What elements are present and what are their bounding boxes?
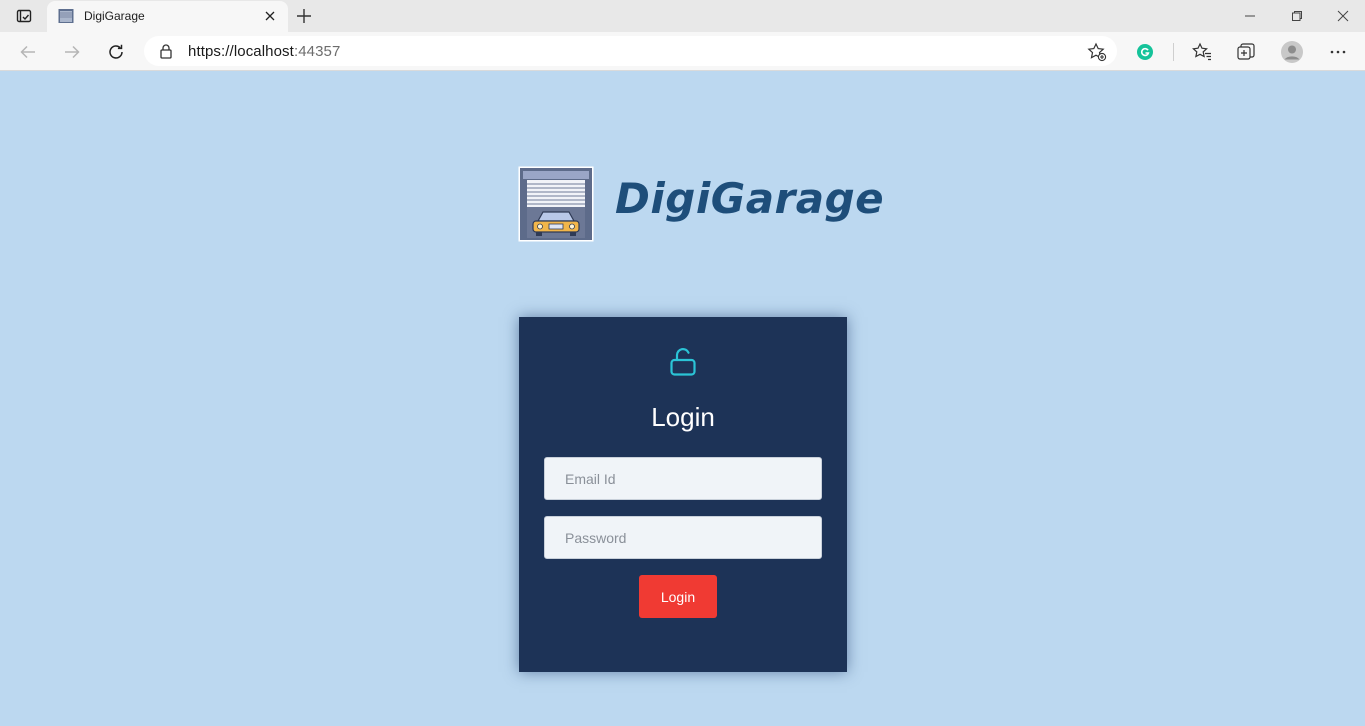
refresh-icon[interactable] xyxy=(104,40,128,64)
forward-arrow-icon[interactable] xyxy=(60,40,84,64)
restore-icon[interactable] xyxy=(1287,6,1307,26)
garage-logo-icon xyxy=(518,166,594,242)
tab-strip: DigiGarage xyxy=(0,0,1365,32)
browser-toolbar: https://localhost:44357 xyxy=(0,32,1365,71)
unlock-icon xyxy=(669,347,697,377)
login-card: Login Login xyxy=(519,317,847,672)
collections-icon[interactable] xyxy=(1234,40,1258,64)
browser-tab[interactable]: DigiGarage xyxy=(47,1,288,32)
plus-icon[interactable] xyxy=(293,5,315,27)
lock-icon[interactable] xyxy=(158,43,174,59)
url-text[interactable]: https://localhost:44357 xyxy=(188,43,340,60)
close-icon[interactable] xyxy=(262,8,278,24)
address-bar[interactable]: https://localhost:44357 xyxy=(144,36,1117,66)
password-field[interactable] xyxy=(544,516,822,559)
add-favorite-icon[interactable] xyxy=(1087,42,1107,62)
brand-title: DigiGarage xyxy=(615,174,885,223)
login-title: Login xyxy=(651,402,715,432)
more-icon[interactable] xyxy=(1326,40,1350,64)
favorites-icon[interactable] xyxy=(1190,40,1214,64)
tab-actions-icon[interactable] xyxy=(10,6,38,26)
toolbar-separator xyxy=(1173,43,1174,61)
minimize-icon[interactable] xyxy=(1240,6,1260,26)
email-field[interactable] xyxy=(544,457,822,500)
login-button[interactable]: Login xyxy=(639,575,717,618)
back-arrow-icon[interactable] xyxy=(16,40,40,64)
garage-favicon-icon xyxy=(58,8,74,24)
grammarly-icon[interactable] xyxy=(1133,40,1157,64)
tab-title: DigiGarage xyxy=(84,9,145,23)
window-close-icon[interactable] xyxy=(1333,6,1353,26)
profile-icon[interactable] xyxy=(1280,40,1304,64)
